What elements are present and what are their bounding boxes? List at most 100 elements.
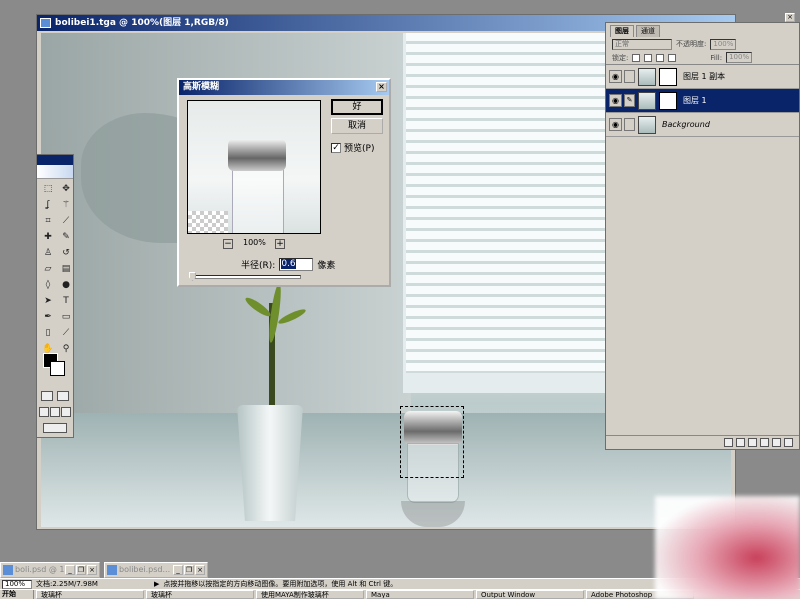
layer-thumbnail xyxy=(638,91,656,110)
dodge-tool-icon[interactable]: ● xyxy=(58,278,74,292)
blend-mode-select[interactable]: 正常 xyxy=(612,38,672,50)
quick-mask-icon[interactable] xyxy=(57,391,69,401)
zoom-tool-icon[interactable]: ⚲ xyxy=(58,342,74,356)
zoom-out-button[interactable]: − xyxy=(223,239,233,249)
taskbar-item[interactable]: 使用MAYA制作玻璃杯 xyxy=(256,590,364,599)
close-icon[interactable]: × xyxy=(376,82,387,92)
screen-mode-full-menu-icon[interactable] xyxy=(50,407,60,417)
lasso-tool-icon[interactable]: ʆ xyxy=(40,198,56,212)
cancel-button[interactable]: 取消 xyxy=(331,118,383,134)
move-tool-icon[interactable]: ✥ xyxy=(58,182,74,196)
layer-row[interactable]: ◉ 图层 1 副本 xyxy=(606,65,799,89)
eraser-tool-icon[interactable]: ▱ xyxy=(40,262,56,276)
radius-input[interactable]: 0.6 xyxy=(279,258,314,271)
taskbar-item[interactable]: 玻璃杯 xyxy=(36,590,144,599)
feather-logo-icon[interactable] xyxy=(37,165,73,179)
layer-style-icon[interactable] xyxy=(724,438,733,447)
brush-icon[interactable]: ✎ xyxy=(624,94,635,107)
minimized-doc[interactable]: boli.psd @ 1... _ ❐ × xyxy=(0,562,100,578)
slider-thumb[interactable] xyxy=(189,272,196,281)
marquee-tool-icon[interactable]: ⬚ xyxy=(40,182,56,196)
clone-stamp-icon[interactable]: ♙ xyxy=(40,246,56,260)
healing-brush-icon[interactable]: ✚ xyxy=(40,230,56,244)
brush-tool-icon[interactable]: ✎ xyxy=(58,230,74,244)
restore-icon[interactable]: ❐ xyxy=(184,565,194,575)
restore-icon[interactable]: ❐ xyxy=(76,565,86,575)
close-icon[interactable]: × xyxy=(195,565,205,575)
taskbar-item[interactable]: 玻璃杯 xyxy=(146,590,254,599)
eye-icon[interactable]: ◉ xyxy=(609,70,622,83)
radius-row: 半径(R): 0.6 像素 xyxy=(241,258,335,271)
screen-mode-standard-icon[interactable] xyxy=(39,407,49,417)
background-color-swatch[interactable] xyxy=(50,361,65,376)
history-brush-icon[interactable]: ↺ xyxy=(58,246,74,260)
gaussian-blur-dialog[interactable]: 高斯模糊 × 好 取消 ✓ 预览(P) − 100% + 半径(R): 0.6 … xyxy=(177,78,391,287)
crop-tool-icon[interactable]: ⌗ xyxy=(40,214,56,228)
opacity-label: 不透明度: xyxy=(676,40,707,48)
trash-icon[interactable] xyxy=(784,438,793,447)
dialog-title: 高斯模糊 xyxy=(183,82,220,92)
fill-label: Fill: xyxy=(710,53,723,62)
new-layer-icon[interactable] xyxy=(772,438,781,447)
dialog-titlebar[interactable]: 高斯模糊 × xyxy=(179,80,389,95)
lock-all-icon[interactable] xyxy=(668,53,677,62)
layer-thumbnail xyxy=(638,67,656,86)
eye-icon[interactable]: ◉ xyxy=(609,118,622,131)
layer-mask-thumbnail[interactable] xyxy=(659,91,677,110)
type-tool-icon[interactable]: T xyxy=(58,294,74,308)
tab-channels[interactable]: 通道 xyxy=(636,25,660,37)
blur-tool-icon[interactable]: ◊ xyxy=(40,278,56,292)
ok-button[interactable]: 好 xyxy=(331,99,383,115)
lock-pixels-icon[interactable] xyxy=(644,53,653,62)
standard-mode-icon[interactable] xyxy=(41,391,53,401)
layer-mask-thumbnail[interactable] xyxy=(659,67,677,86)
layer-name: Background xyxy=(662,120,710,129)
opacity-field[interactable]: 100% xyxy=(710,38,737,50)
notes-tool-icon[interactable]: ▯ xyxy=(40,326,56,340)
slice-tool-icon[interactable]: ⟋ xyxy=(58,214,74,228)
taskbar-item[interactable]: Maya xyxy=(366,590,474,599)
minimize-icon[interactable]: _ xyxy=(65,565,75,575)
tab-layers[interactable]: 图层 xyxy=(610,25,634,37)
add-mask-icon[interactable] xyxy=(736,438,745,447)
close-icon[interactable]: × xyxy=(87,565,97,575)
new-set-icon[interactable] xyxy=(748,438,757,447)
layer-row-selected[interactable]: ◉ ✎ 图层 1 xyxy=(606,89,799,113)
adjustment-layer-icon[interactable] xyxy=(760,438,769,447)
jump-to-imageready-icon[interactable] xyxy=(43,423,67,433)
radius-slider[interactable] xyxy=(189,272,301,281)
minimized-doc[interactable]: bolibei.psd... _ ❐ × xyxy=(104,562,208,578)
doc-info[interactable]: 文档:2.25M/7.98M xyxy=(36,579,146,589)
start-button[interactable]: 开始 xyxy=(0,590,34,599)
gradient-tool-icon[interactable]: ▤ xyxy=(58,262,74,276)
link-icon[interactable] xyxy=(624,70,635,83)
close-icon[interactable]: × xyxy=(785,13,795,22)
taskbar-item[interactable]: Output Window xyxy=(476,590,584,599)
link-icon[interactable] xyxy=(624,118,635,131)
fill-field[interactable]: 100% xyxy=(726,52,753,63)
shape-tool-icon[interactable]: ▭ xyxy=(58,310,74,324)
layer-row[interactable]: ◉ Background xyxy=(606,113,799,137)
preview-checkbox[interactable]: ✓ xyxy=(331,142,341,153)
window-buttons: _ ❐ × xyxy=(173,565,205,575)
minimized-doc-title: boli.psd @ 1... xyxy=(15,565,73,574)
minimize-icon[interactable]: _ xyxy=(173,565,183,575)
preview-jar-cap xyxy=(228,139,286,171)
status-zoom-field[interactable]: 100% xyxy=(2,579,32,589)
selection-marquee[interactable] xyxy=(400,406,464,478)
pen-tool-icon[interactable]: ✒ xyxy=(40,310,56,324)
toolbox-titlebar[interactable] xyxy=(37,155,73,165)
magic-wand-icon[interactable]: ⚚ xyxy=(58,198,74,212)
path-select-icon[interactable]: ➤ xyxy=(40,294,56,308)
zoom-in-button[interactable]: + xyxy=(275,239,285,249)
eyedropper-icon[interactable]: ⟋ xyxy=(58,326,74,340)
lock-position-icon[interactable] xyxy=(656,53,665,62)
preview-checkbox-row[interactable]: ✓ 预览(P) xyxy=(331,141,374,154)
play-arrow-icon[interactable]: ▶ xyxy=(154,580,159,588)
lock-transparency-icon[interactable] xyxy=(632,53,641,62)
toolbox[interactable]: ⬚ ✥ ʆ ⚚ ⌗ ⟋ ✚ ✎ ♙ ↺ ▱ ▤ ◊ ● ➤ T ✒ ▭ ▯ ⟋ … xyxy=(36,154,74,438)
layers-palette[interactable]: × 图层 通道 正常 不透明度: 100% 锁定: Fill: 100% ◉ 图… xyxy=(605,13,800,450)
eye-icon[interactable]: ◉ xyxy=(609,94,622,107)
screen-mode-full-icon[interactable] xyxy=(61,407,71,417)
blur-preview[interactable] xyxy=(187,100,321,234)
